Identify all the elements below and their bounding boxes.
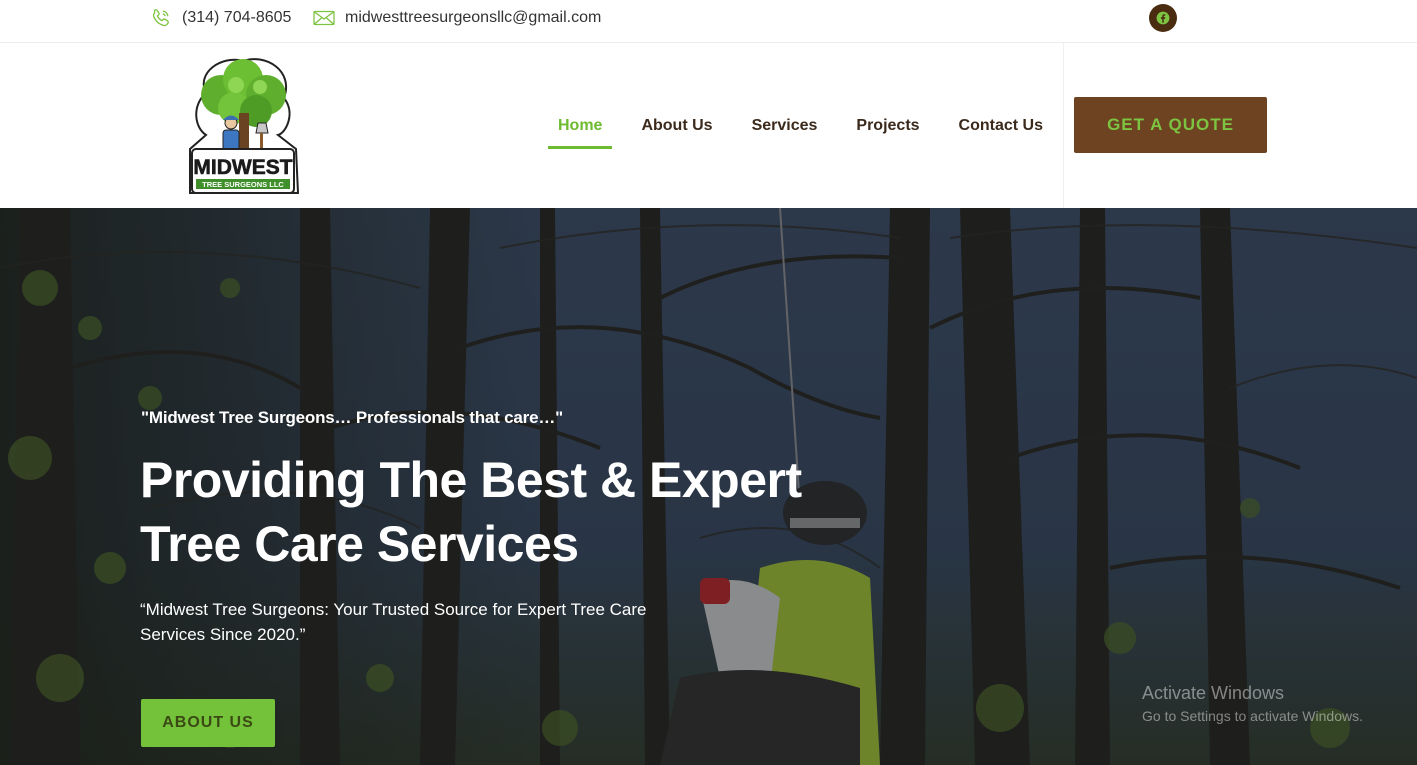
top-contact-bar: (314) 704-8605 midwesttreesurgeonsllc@gm… xyxy=(0,0,1417,43)
nav-projects[interactable]: Projects xyxy=(856,117,919,135)
activate-windows-watermark: Activate Windows Go to Settings to activ… xyxy=(1142,683,1363,724)
hero-subtext: “Midwest Tree Surgeons: Your Trusted Sou… xyxy=(140,600,647,644)
logo-line2: TREE SURGEONS LLC xyxy=(202,180,284,189)
nav-home[interactable]: Home xyxy=(548,117,613,149)
header-divider xyxy=(1063,43,1064,208)
watermark-title: Activate Windows xyxy=(1142,683,1285,703)
watermark-subtitle: Go to Settings to activate Windows. xyxy=(1142,708,1363,724)
phone-icon xyxy=(150,7,172,29)
email-contact[interactable]: midwesttreesurgeonsllc@gmail.com xyxy=(313,0,601,36)
logo-line1: MIDWEST xyxy=(193,156,292,179)
envelope-icon xyxy=(313,10,335,26)
about-us-button[interactable]: ABOUT US xyxy=(141,699,275,747)
hero-tagline: "Midwest Tree Surgeons… Professionals th… xyxy=(141,408,563,427)
get-a-quote-button[interactable]: GET A QUOTE xyxy=(1074,97,1267,153)
phone-number[interactable]: (314) 704-8605 xyxy=(182,9,291,27)
site-logo[interactable]: MIDWEST TREE SURGEONS LLC xyxy=(186,53,300,198)
email-address[interactable]: midwesttreesurgeonsllc@gmail.com xyxy=(345,9,601,27)
hero-section: "Midwest Tree Surgeons… Professionals th… xyxy=(0,208,1417,765)
facebook-icon[interactable] xyxy=(1149,4,1177,32)
site-header: MIDWEST TREE SURGEONS LLC Home About Us … xyxy=(0,43,1417,208)
nav-about-us[interactable]: About Us xyxy=(641,117,712,135)
main-nav: Home About Us Services Projects Contact … xyxy=(548,43,1043,208)
hero-headline: Providing The Best & Expert Tree Care Se… xyxy=(140,452,802,572)
nav-services[interactable]: Services xyxy=(752,117,818,135)
nav-contact-us[interactable]: Contact Us xyxy=(959,117,1043,135)
phone-contact[interactable]: (314) 704-8605 xyxy=(150,0,291,36)
